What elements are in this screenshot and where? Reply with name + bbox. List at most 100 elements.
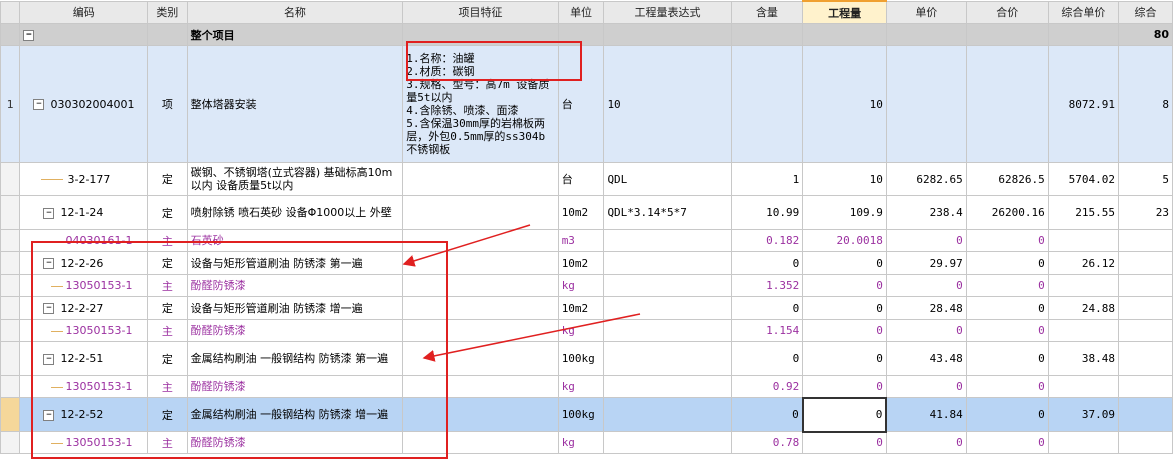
row-unit[interactable]: kg — [557, 319, 605, 342]
row-unit[interactable]: kg — [557, 431, 605, 454]
row-name[interactable]: 酚醛防锈漆 — [186, 319, 404, 342]
row-feature[interactable] — [402, 375, 559, 398]
row-feature[interactable] — [402, 296, 559, 320]
row-content[interactable]: 1 — [730, 162, 804, 196]
header-expr[interactable]: 工程量表达式 — [603, 0, 732, 24]
row-content[interactable]: 0 — [730, 296, 804, 320]
item-quantity[interactable]: 10 — [802, 45, 887, 163]
row-name[interactable]: 石英砂 — [186, 229, 404, 252]
row-quantity[interactable]: 0 — [802, 375, 887, 398]
row-unit[interactable]: 10m2 — [557, 296, 605, 320]
row-price[interactable]: 6282.65 — [885, 162, 967, 196]
row-expr[interactable] — [603, 319, 732, 342]
code-cell[interactable]: 3-2-177 — [19, 162, 149, 196]
code-cell[interactable]: −12-1-24 — [19, 195, 149, 230]
row-quantity[interactable]: 10 — [802, 162, 887, 196]
row-quantity[interactable]: 0 — [802, 431, 887, 454]
row-price[interactable]: 41.84 — [885, 397, 967, 432]
row-name[interactable]: 喷射除锈 喷石英砂 设备Φ1000以上 外壁 — [186, 195, 404, 230]
row-price[interactable]: 0 — [885, 375, 967, 398]
row-content[interactable]: 0.78 — [730, 431, 804, 454]
row-unit[interactable]: 10m2 — [557, 251, 605, 275]
row-expr[interactable]: QDL — [603, 162, 732, 196]
group-toggle-cell[interactable]: − — [19, 23, 149, 46]
header-quantity[interactable]: 工程量 — [802, 0, 887, 24]
row-feature[interactable] — [402, 397, 559, 432]
code-cell[interactable]: −12-2-26 — [19, 251, 149, 275]
item-name[interactable]: 整体塔器安装 — [186, 45, 404, 163]
minus-box-icon[interactable]: − — [43, 207, 55, 219]
material-row[interactable]: 04030161-1 主石英砂 m3 0.182 20.0018 0 0 — [0, 229, 1173, 252]
row-feature[interactable] — [402, 274, 559, 297]
row-content[interactable]: 0 — [730, 397, 804, 432]
row-price[interactable]: 43.48 — [885, 341, 967, 376]
row-expr[interactable] — [603, 375, 732, 398]
quota-row[interactable]: −12-2-51 定金属结构刷油 一般钢结构 防锈漆 第一遍 100kg 0 0 43.4… — [0, 341, 1173, 376]
row-feature[interactable] — [402, 319, 559, 342]
row-unit[interactable]: kg — [557, 375, 605, 398]
row-quantity[interactable]: 0 — [802, 319, 887, 342]
header-type[interactable]: 类别 — [147, 0, 188, 24]
row-content[interactable]: 1.154 — [730, 319, 804, 342]
row-price[interactable]: 0 — [885, 319, 967, 342]
row-unit[interactable]: m3 — [557, 229, 605, 252]
code-cell[interactable]: −12-2-27 — [19, 296, 149, 320]
row-expr[interactable] — [603, 341, 732, 376]
row-expr[interactable]: QDL*3.14*5*7 — [603, 195, 732, 230]
item-unit[interactable]: 台 — [557, 45, 605, 163]
row-price[interactable]: 0 — [885, 229, 967, 252]
code-cell[interactable]: 13050153-1 — [19, 431, 149, 454]
minus-box-icon[interactable]: − — [43, 353, 55, 365]
minus-box-icon[interactable]: − — [43, 258, 55, 269]
code-cell[interactable]: 04030161-1 — [19, 229, 149, 252]
row-quantity[interactable]: 0 — [802, 296, 887, 320]
row-expr[interactable] — [603, 431, 732, 454]
row-price[interactable]: 0 — [885, 274, 967, 297]
minus-box-icon[interactable]: − — [23, 29, 35, 41]
row-quantity[interactable]: 0 — [802, 341, 887, 376]
material-row[interactable]: 13050153-1 主酚醛防锈漆 kg 1.154 0 0 0 — [0, 319, 1173, 342]
row-expr[interactable] — [603, 274, 732, 297]
code-cell[interactable]: −12-2-52 — [19, 397, 149, 432]
header-comp-price[interactable]: 综合单价 — [1047, 0, 1120, 24]
group-row[interactable]: − 整个项目 80 — [0, 23, 1173, 46]
header-code[interactable]: 编码 — [19, 0, 149, 24]
row-content[interactable]: 1.352 — [730, 274, 804, 297]
row-feature[interactable] — [402, 341, 559, 376]
row-price[interactable]: 29.97 — [885, 251, 967, 275]
row-unit[interactable]: 100kg — [557, 341, 605, 376]
minus-box-icon[interactable]: − — [43, 409, 55, 421]
row-quantity[interactable]: 109.9 — [802, 195, 887, 230]
item-expr[interactable]: 10 — [603, 45, 732, 163]
header-comp-more[interactable]: 综合 — [1118, 0, 1173, 24]
row-content[interactable]: 0.92 — [730, 375, 804, 398]
row-name[interactable]: 设备与矩形管道刷油 防锈漆 增一遍 — [186, 296, 404, 320]
row-feature[interactable] — [402, 431, 559, 454]
code-cell[interactable]: 13050153-1 — [19, 274, 149, 297]
header-name[interactable]: 名称 — [186, 0, 404, 24]
header-feature[interactable]: 项目特征 — [402, 0, 559, 24]
row-content[interactable]: 10.99 — [730, 195, 804, 230]
row-unit[interactable]: 台 — [557, 162, 605, 196]
material-row[interactable]: 13050153-1 主酚醛防锈漆 kg 0.92 0 0 0 — [0, 375, 1173, 398]
header-total[interactable]: 合价 — [965, 0, 1049, 24]
row-quantity[interactable]: 0 — [802, 251, 887, 275]
row-quantity[interactable]: 0 — [801, 396, 888, 433]
row-content[interactable]: 0.182 — [730, 229, 804, 252]
code-cell[interactable]: 13050153-1 — [19, 319, 149, 342]
row-feature[interactable] — [402, 162, 559, 196]
row-name[interactable]: 碳钢、不锈钢塔(立式容器) 基础标高10m以内 设备质量5t以内 — [186, 162, 404, 196]
row-feature[interactable] — [402, 251, 559, 275]
header-unit[interactable]: 单位 — [557, 0, 605, 24]
minus-box-icon[interactable]: − — [43, 303, 55, 314]
row-name[interactable]: 金属结构刷油 一般钢结构 防锈漆 增一遍 — [186, 397, 404, 432]
row-price[interactable]: 28.48 — [885, 296, 967, 320]
row-expr[interactable] — [603, 251, 732, 275]
code-cell[interactable]: −12-2-51 — [19, 341, 149, 376]
header-content[interactable]: 含量 — [730, 0, 804, 24]
quota-row[interactable]: −12-2-27 定设备与矩形管道刷油 防锈漆 增一遍 10m2 0 0 28.48 0 24… — [0, 296, 1173, 320]
row-quantity[interactable]: 0 — [802, 274, 887, 297]
item-feature[interactable]: 1.名称：油罐 2.材质：碳钢 3.规格、型号：高7m 设备质量5t以内 4.含… — [402, 45, 559, 163]
bill-item-row[interactable]: 1 −030302004001 项 整体塔器安装 1.名称：油罐 2.材质：碳钢… — [0, 45, 1173, 163]
quota-row[interactable]: 3-2-177 定碳钢、不锈钢塔(立式容器) 基础标高10m以内 设备质量5t以内… — [0, 162, 1173, 196]
